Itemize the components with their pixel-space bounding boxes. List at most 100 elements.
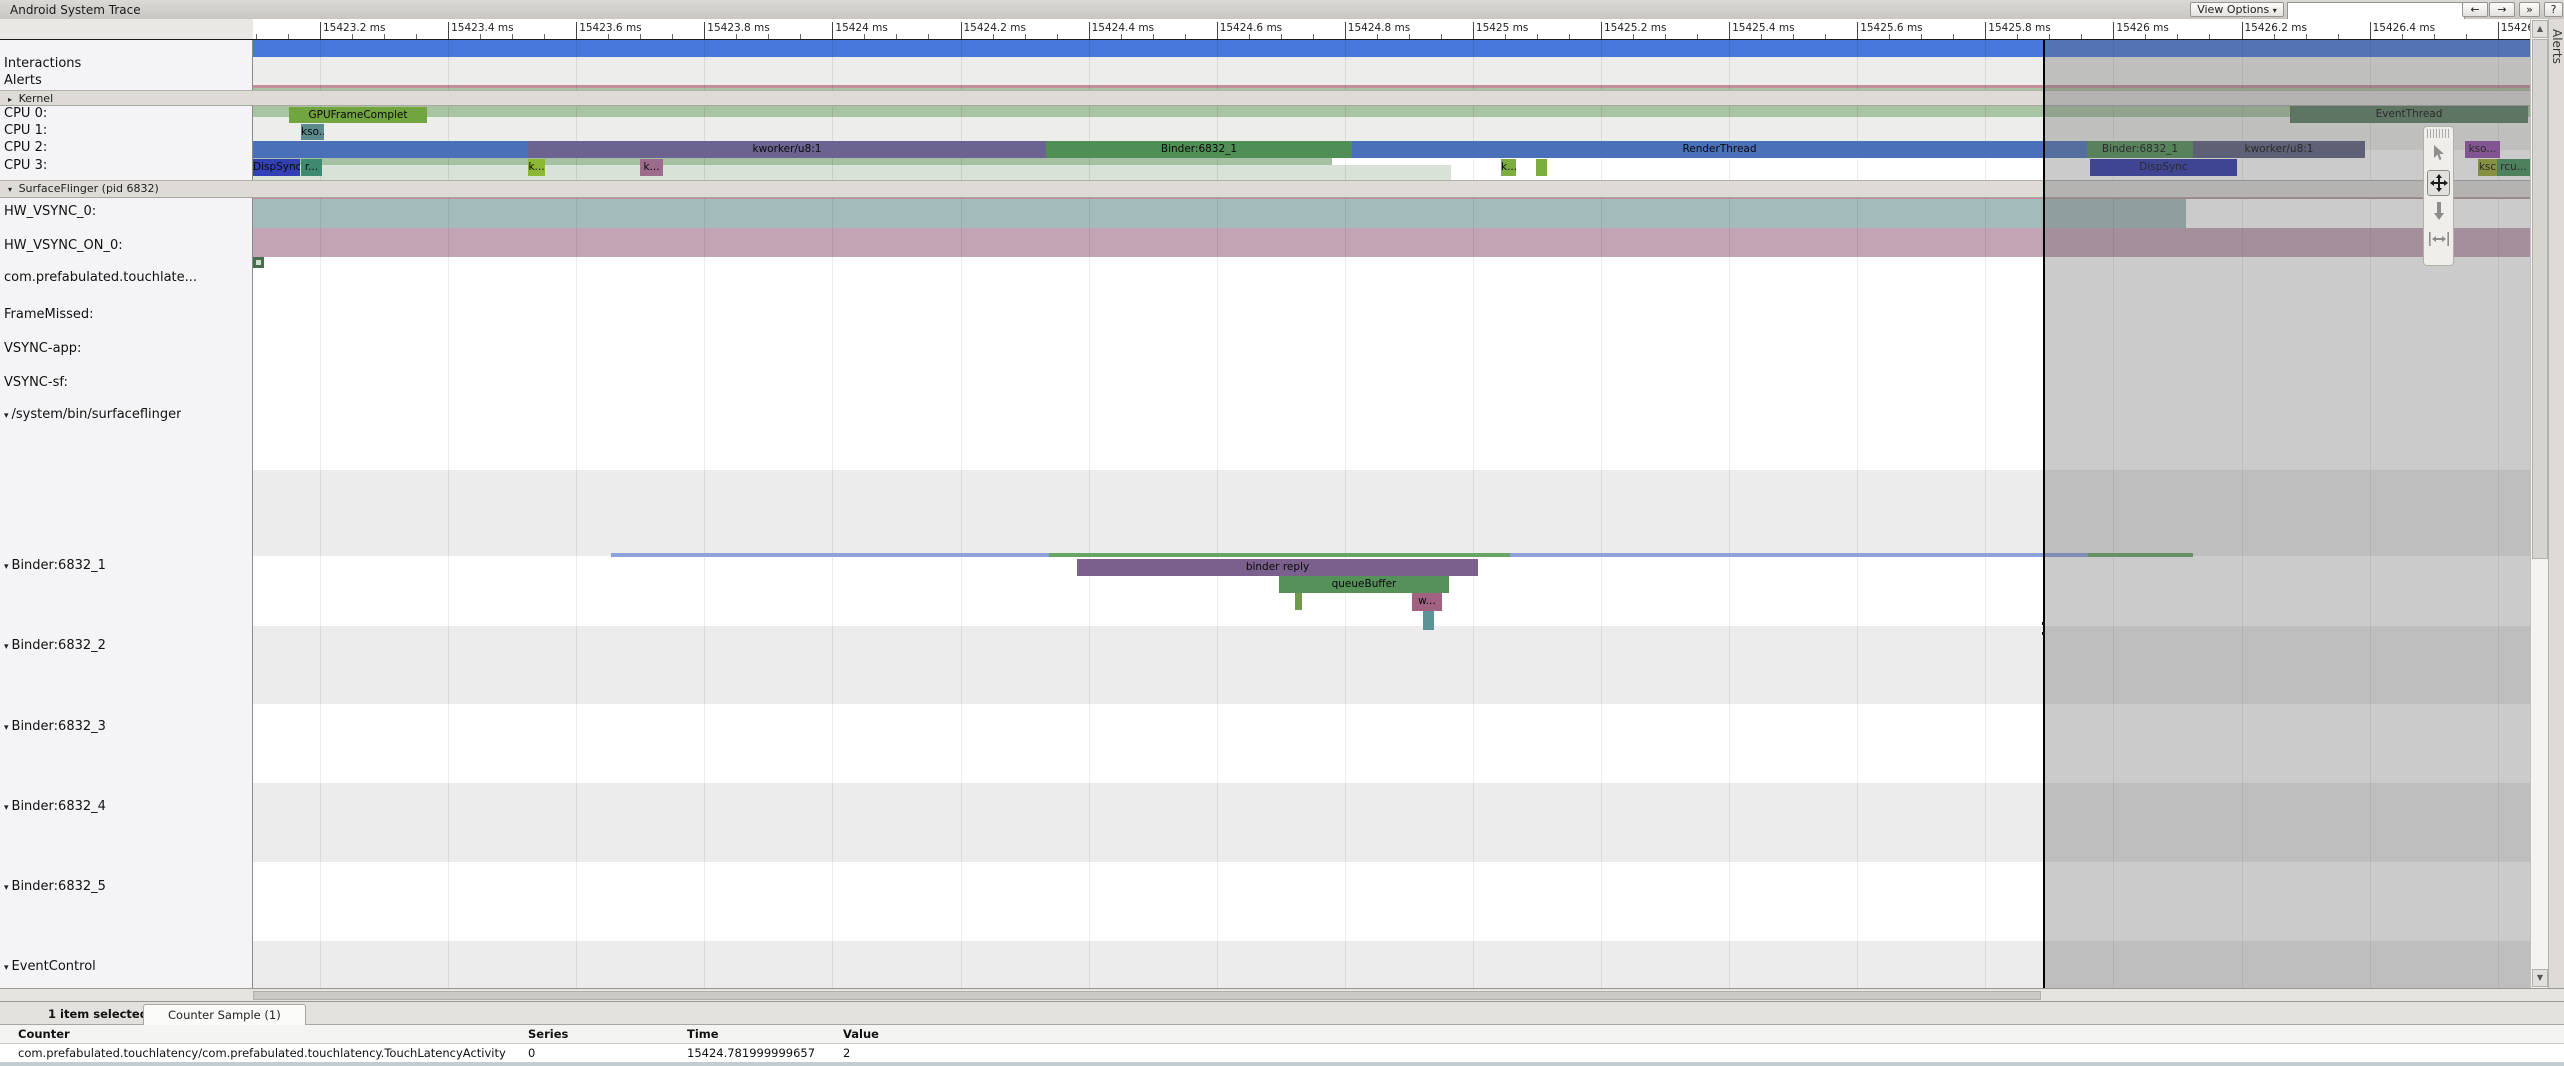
trace-slice[interactable]: binder reply [1077,559,1478,576]
trace-slice[interactable]: GPUFrameComplet [289,107,427,123]
time-cursor-grip[interactable] [2039,622,2048,636]
sidebar-item-framemissed-: FrameMissed: [4,307,94,322]
table-row[interactable]: com.prefabulated.touchlatency/com.prefab… [0,1044,2564,1062]
trace-slice[interactable] [1536,159,1547,176]
fast-forward-button[interactable]: » [2519,2,2540,17]
sidebar-item-binder-6832-4[interactable]: ▾Binder:6832_4 [4,799,106,814]
ruler-tick-label: 15425.2 ms [1604,22,1666,34]
title-bar: Android System Trace View Options ▾ ← → … [0,0,2564,20]
time-ruler[interactable]: 15423.2 ms15423.4 ms15423.6 ms15423.8 ms… [253,19,2530,40]
analysis-panel-header: 1 item selected: Counter Sample (1) [0,1002,2564,1025]
search-input[interactable] [2287,2,2465,20]
pan-move-icon [2430,174,2448,192]
sidebar-item-binder-6832-2[interactable]: ▾Binder:6832_2 [4,638,106,653]
window-title: Android System Trace [10,3,141,17]
expander-icon[interactable]: ▾ [4,963,9,973]
sidebar-item-alerts: Alerts [4,73,42,88]
expander-icon[interactable]: ▾ [4,883,9,893]
ruler-major-tick [576,22,577,40]
track-label: /system/bin/surfaceflinger [12,407,182,422]
vsync-app-bar[interactable] [253,199,2186,228]
expander-icon[interactable]: ▾ [4,642,9,652]
expander-icon[interactable]: ▾ [4,803,9,813]
back-button[interactable]: ← [2462,2,2488,17]
trace-slice[interactable] [1295,593,1302,610]
zoom-tool-button[interactable] [2427,199,2450,225]
trace-slice[interactable]: r... [301,159,322,176]
ruler-tick-label: 15424.2 ms [964,22,1026,34]
selection-tool-button[interactable] [2427,141,2450,167]
trace-slice[interactable]: k... [1501,159,1516,176]
trace-slice[interactable] [1423,611,1434,630]
view-options-label: View Options [2197,3,2269,16]
trace-slice[interactable]: RenderThread [1352,141,2087,158]
trace-slice[interactable]: queueBuffer [1279,576,1449,593]
sidebar-item-eventcontrol[interactable]: ▾EventControl [4,959,96,974]
expander-icon[interactable]: ▸ [8,95,15,104]
slice-label: kso... [301,126,324,138]
pan-tool-button[interactable] [2427,170,2450,196]
track-label: Binder:6832_2 [12,638,106,653]
sidebar-item-vsync-app-: VSYNC-app: [4,341,81,356]
ruler-tick-label: 15424.4 ms [1092,22,1154,34]
track-label: CPU 2: [4,140,47,155]
selected-sample-marker[interactable] [253,257,264,268]
sidebar-item-cpu-3-: CPU 3: [4,158,47,173]
trace-slice[interactable]: k... [640,159,663,176]
trace-slice[interactable]: DispSync [253,159,300,176]
sidebar-item-interactions: Interactions [4,56,81,71]
trace-slice[interactable]: kso... [301,124,324,140]
ruler-tick-label: 15424 ms [835,22,887,34]
help-button[interactable]: ? [2544,2,2563,17]
trace-slice[interactable] [253,141,528,158]
time-cursor-line[interactable] [2043,40,2045,988]
sidebar-item-binder-6832-5[interactable]: ▾Binder:6832_5 [4,879,106,894]
sidebar-item-cpu-1-: CPU 1: [4,123,47,138]
tool-palette [2423,126,2454,266]
cell-series: 0 [528,1046,535,1060]
ruler-major-tick [1345,22,1346,40]
track-label: Alerts [4,73,42,88]
track-label: Interactions [4,56,81,71]
alerts-side-tab[interactable]: Alerts [2548,19,2564,988]
ruler-tick-label: 15424.8 ms [1348,22,1410,34]
trace-slice[interactable]: kworker/u8:1 [528,141,1046,158]
track-label: Binder:6832_3 [12,719,106,734]
selection-summary: 1 item selected: [48,1007,153,1021]
thread-state-segment [1510,553,2088,557]
vertical-scrollbar[interactable]: ▲ ▼ [2530,19,2548,988]
expander-icon[interactable]: ▾ [8,185,15,194]
ruler-tick-label: 15424.6 ms [1220,22,1282,34]
sidebar-item-binder-6832-3[interactable]: ▾Binder:6832_3 [4,719,106,734]
slice-label: k... [643,161,659,173]
group-label: SurfaceFlinger (pid 6832) [19,182,159,195]
trace-slice[interactable]: Binder:6832_1 [1046,141,1352,158]
view-options-button[interactable]: View Options ▾ [2190,2,2284,17]
track-label: com.prefabulated.touchlate... [4,270,197,285]
vertical-scroll-thumb[interactable] [2532,39,2548,559]
horizontal-scrollbar[interactable] [0,988,2564,1001]
palette-drag-handle[interactable] [2427,129,2450,138]
track-label: CPU 1: [4,123,47,138]
analysis-panel: 1 item selected: Counter Sample (1) Coun… [0,1001,2564,1065]
timing-tool-button[interactable] [2427,228,2450,254]
sidebar-item-binder-6832-1[interactable]: ▾Binder:6832_1 [4,558,106,573]
ruler-major-tick [1729,22,1730,40]
expander-icon[interactable]: ▾ [4,411,9,421]
expander-icon[interactable]: ▾ [4,562,9,572]
horizontal-scroll-thumb[interactable] [253,991,2041,1000]
forward-button[interactable]: → [2489,2,2515,17]
scroll-up-button[interactable]: ▲ [2532,20,2548,38]
trace-slice[interactable]: w... [1412,593,1442,611]
expander-icon[interactable]: ▾ [4,723,9,733]
cell-value: 2 [843,1046,850,1060]
scroll-down-button[interactable]: ▼ [2532,969,2548,987]
sidebar-item-com-prefabulated-touchlate-: com.prefabulated.touchlate... [4,270,197,285]
sidebar-item--system-bin-surfaceflinger[interactable]: ▾/system/bin/surfaceflinger [4,407,181,422]
unselected-range-overlay [2044,40,2530,988]
trace-slice[interactable]: k... [528,159,545,176]
column-header-value: Value [843,1027,879,1041]
tab-counter-sample[interactable]: Counter Sample (1) [143,1004,306,1026]
slice-label: queueBuffer [1332,578,1397,590]
ruler-major-tick [1217,22,1218,40]
